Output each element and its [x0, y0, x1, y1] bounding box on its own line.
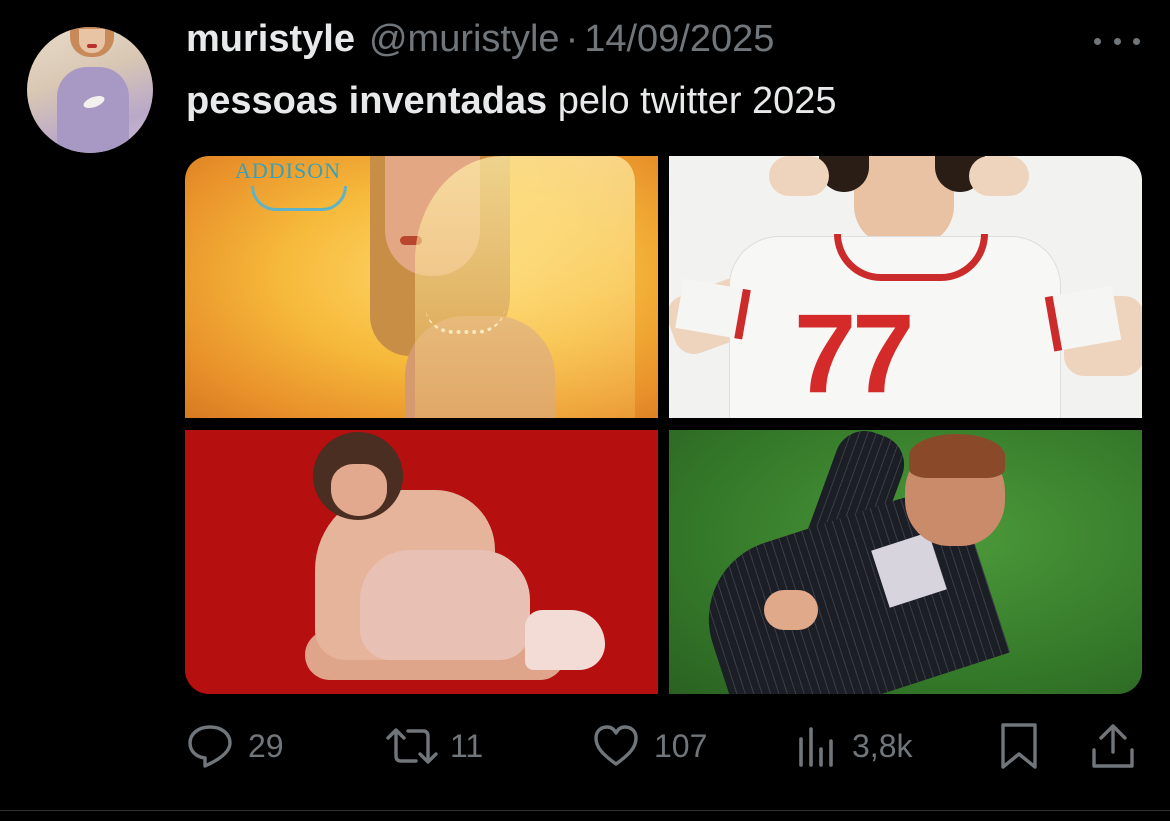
photo2-collar — [834, 234, 988, 281]
tweet-text-bold: pessoas inventadas — [186, 80, 548, 122]
bookmark-button[interactable] — [999, 720, 1039, 772]
header-separator: · — [565, 18, 579, 60]
media-photo-1[interactable]: ADDISON — [185, 156, 658, 418]
more-icon[interactable] — [1094, 34, 1140, 48]
share-button[interactable] — [1090, 720, 1136, 772]
photo1-logo: ADDISON — [221, 156, 361, 216]
tweet-text-rest: pelo twitter 2025 — [547, 80, 837, 122]
photo2-hand-left — [769, 156, 829, 196]
author-handle[interactable]: @muristyle — [369, 18, 560, 61]
avatar-figure-face — [79, 29, 105, 53]
tweet-header: muristyle @muristyle · 14/09/2025 — [186, 18, 774, 64]
photo3-dress — [360, 550, 530, 660]
tweet-text: pessoas inventadas pelo twitter 2025 — [186, 80, 837, 123]
author-display-name[interactable]: muristyle — [186, 18, 355, 61]
tweet-date[interactable]: 14/09/2025 — [584, 18, 774, 61]
tweet-divider — [0, 810, 1170, 811]
photo3-face — [331, 464, 387, 516]
photo2-shirt-number: 77 — [794, 291, 915, 416]
reply-icon — [188, 725, 232, 768]
photo2-sleeve-right — [1044, 285, 1122, 352]
repost-icon — [386, 728, 438, 764]
tweet-actions: 29 11 107 3,8k — [0, 720, 1170, 772]
media-photo-4[interactable] — [669, 430, 1142, 694]
like-count: 107 — [654, 727, 708, 764]
avatar-figure-lips — [87, 44, 97, 48]
views-count: 3,8k — [852, 727, 913, 764]
views-button[interactable]: 3,8k — [796, 720, 912, 772]
avatar[interactable] — [27, 27, 153, 153]
photo1-logo-swirl — [251, 186, 347, 211]
media-grid: ADDISON 77 — [185, 156, 1142, 694]
reply-button[interactable]: 29 — [186, 720, 284, 772]
photo3-shoe — [525, 610, 605, 670]
reply-count: 29 — [248, 727, 284, 764]
like-button[interactable]: 107 — [592, 720, 707, 772]
photo4-hand — [764, 590, 818, 630]
views-icon — [799, 727, 833, 767]
photo4-hair — [909, 434, 1005, 478]
repost-button[interactable]: 11 — [384, 720, 483, 772]
repost-count: 11 — [450, 727, 484, 764]
photo2-hand-right — [969, 156, 1029, 196]
photo1-logo-text: ADDISON — [235, 158, 341, 183]
share-icon — [1092, 724, 1134, 768]
photo1-veil — [415, 156, 635, 418]
bookmark-icon — [1001, 723, 1037, 769]
media-photo-3[interactable] — [185, 430, 658, 694]
media-photo-2[interactable]: 77 — [669, 156, 1142, 418]
avatar-figure-body — [57, 67, 129, 153]
like-icon — [594, 725, 638, 766]
